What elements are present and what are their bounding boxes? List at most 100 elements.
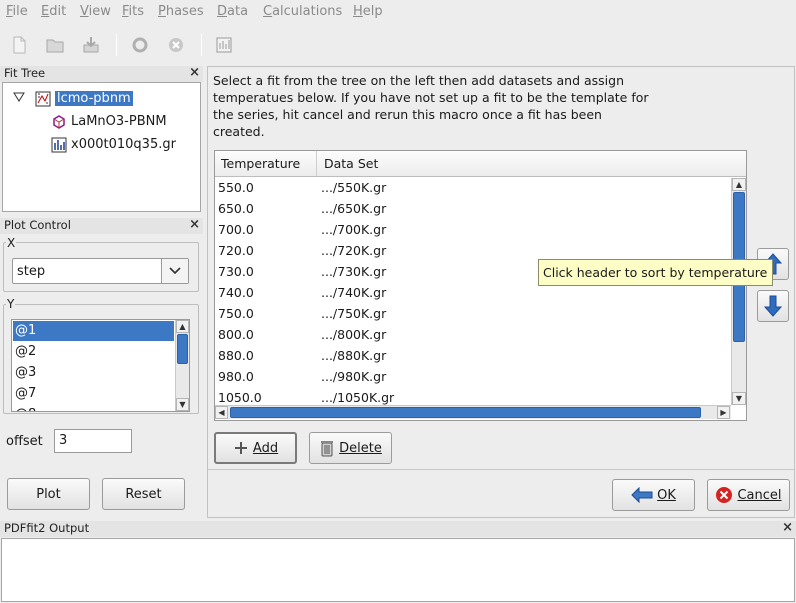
menu-view[interactable]: View [80,4,111,19]
stop-icon[interactable] [163,32,189,58]
output-title: PDFfit2 Output [4,521,90,535]
column-header-dataset[interactable]: Data Set [318,151,518,176]
add-button[interactable]: Add [214,432,297,464]
save-icon[interactable] [78,32,104,58]
fit-tree-title: Fit Tree [4,66,46,80]
cell-dataset: .../880K.gr [321,348,387,363]
table-row[interactable]: 980.0 .../980K.gr [215,366,731,387]
cell-dataset: .../980K.gr [321,369,387,384]
scroll-up-icon[interactable]: ▲ [732,178,746,191]
table-vertical-scrollbar[interactable]: ▲ ▼ [731,178,746,405]
scroll-down-icon[interactable]: ▼ [732,392,746,405]
scroll-left-icon[interactable]: ◀ [215,406,228,419]
cancel-button[interactable]: Cancel [707,479,790,511]
dialog-description: Select a fit from the tree on the left t… [213,73,649,139]
scroll-thumb[interactable] [177,334,188,364]
cell-dataset: .../1050K.gr [321,390,395,405]
output-text-area[interactable] [1,538,795,602]
scroll-up-icon[interactable]: ▲ [176,320,189,333]
cell-temperature: 720.0 [218,243,254,258]
arrow-down-icon [764,295,782,317]
tree-item-phase[interactable]: LaMnO3-PBNM [51,112,167,131]
toolbar [0,26,796,64]
menu-fits[interactable]: Fits [122,4,144,19]
scroll-thumb[interactable] [230,407,701,418]
cell-dataset: .../550K.gr [321,180,387,195]
plot-control: X step Y @1 @2 @3 @7 @8 ▲ ▼ offset 3 Plo… [0,234,203,516]
separator [208,469,794,470]
table-row[interactable]: 750.0 .../750K.gr [215,303,731,324]
table-row[interactable]: 800.0 .../800K.gr [215,324,731,345]
new-icon[interactable] [6,32,32,58]
close-icon[interactable]: × [189,66,200,80]
add-button-label: Add [252,440,279,456]
table-row[interactable]: 700.0 .../700K.gr [215,219,731,240]
ok-button-label: OK [657,487,676,503]
fit-icon [35,91,51,106]
table-row[interactable]: 720.0 .../720K.gr [215,240,731,261]
cell-temperature: 800.0 [218,327,254,342]
menu-calculations[interactable]: Calculations [263,4,342,19]
series-dialog: Select a fit from the tree on the left t… [207,66,795,518]
y-listbox[interactable]: @1 @2 @3 @7 @8 ▲ ▼ [11,319,190,412]
cell-temperature: 550.0 [218,180,254,195]
move-down-button[interactable] [757,290,789,322]
cell-temperature: 650.0 [218,201,254,216]
cell-temperature: 880.0 [218,348,254,363]
table-row[interactable]: 1050.0 .../1050K.gr [215,387,731,405]
reset-button[interactable]: Reset [102,478,185,510]
cell-temperature: 700.0 [218,222,254,237]
fit-tree[interactable]: lcmo-pbnm LaMnO3-PBNM x000t010q35.gr [2,82,201,212]
cell-temperature: 1050.0 [218,390,262,405]
fit-tree-header: Fit Tree × [0,66,203,82]
menu-data[interactable]: Data [217,4,248,19]
list-item[interactable]: @1 [13,321,174,341]
column-header-temperature[interactable]: Temperature [215,151,317,176]
table-row[interactable]: 650.0 .../650K.gr [215,198,731,219]
plot-button[interactable]: Plot [7,478,90,510]
delete-button[interactable]: Delete [309,432,392,464]
sort-tooltip: Click header to sort by temperature [538,259,773,286]
cell-dataset: .../720K.gr [321,243,387,258]
chevron-down-icon[interactable] [161,259,188,283]
list-item[interactable]: @2 [13,342,174,362]
output-header: PDFfit2 Output × [0,521,796,537]
y-list-scrollbar[interactable]: ▲ ▼ [175,320,189,411]
close-icon[interactable]: × [782,521,793,535]
refresh-icon[interactable] [127,32,153,58]
close-icon[interactable]: × [189,218,200,232]
table-row[interactable]: 550.0 .../550K.gr [215,177,731,198]
scroll-down-icon[interactable]: ▼ [176,398,189,411]
menu-edit[interactable]: Edit [41,4,66,19]
menu-help[interactable]: Help [353,4,383,19]
table-row[interactable]: 880.0 .../880K.gr [215,345,731,366]
list-item[interactable]: @3 [13,363,174,383]
plot-icon[interactable] [211,32,237,58]
list-item[interactable]: @7 [13,384,174,404]
expander-icon[interactable] [13,91,25,105]
trash-icon [321,441,334,457]
plot-button-label: Plot [36,486,61,502]
plus-icon [234,442,247,454]
menu-file[interactable]: File [6,4,28,19]
tree-item-label: LaMnO3-PBNM [71,114,167,129]
cell-temperature: 750.0 [218,306,254,321]
menu-phases[interactable]: Phases [158,4,204,19]
back-arrow-icon [631,487,653,503]
x-combobox[interactable]: step [12,258,189,284]
cell-dataset: .../750K.gr [321,306,387,321]
output-panel: PDFfit2 Output × [0,521,796,603]
ok-button[interactable]: OK [612,479,695,511]
delete-button-label: Delete [339,440,382,456]
offset-input[interactable]: 3 [54,429,132,453]
list-item[interactable]: @8 [13,405,174,411]
open-icon[interactable] [42,32,68,58]
cell-dataset: .../700K.gr [321,222,387,237]
x-value: step [17,264,46,279]
table-horizontal-scrollbar[interactable]: ◀ ▶ [215,405,731,419]
tree-item-fit[interactable]: lcmo-pbnm [35,89,133,108]
phase-icon [53,114,65,129]
scroll-right-icon[interactable]: ▶ [717,406,730,419]
cell-dataset: .../800K.gr [321,327,387,342]
tree-item-dataset[interactable]: x000t010q35.gr [51,135,176,154]
